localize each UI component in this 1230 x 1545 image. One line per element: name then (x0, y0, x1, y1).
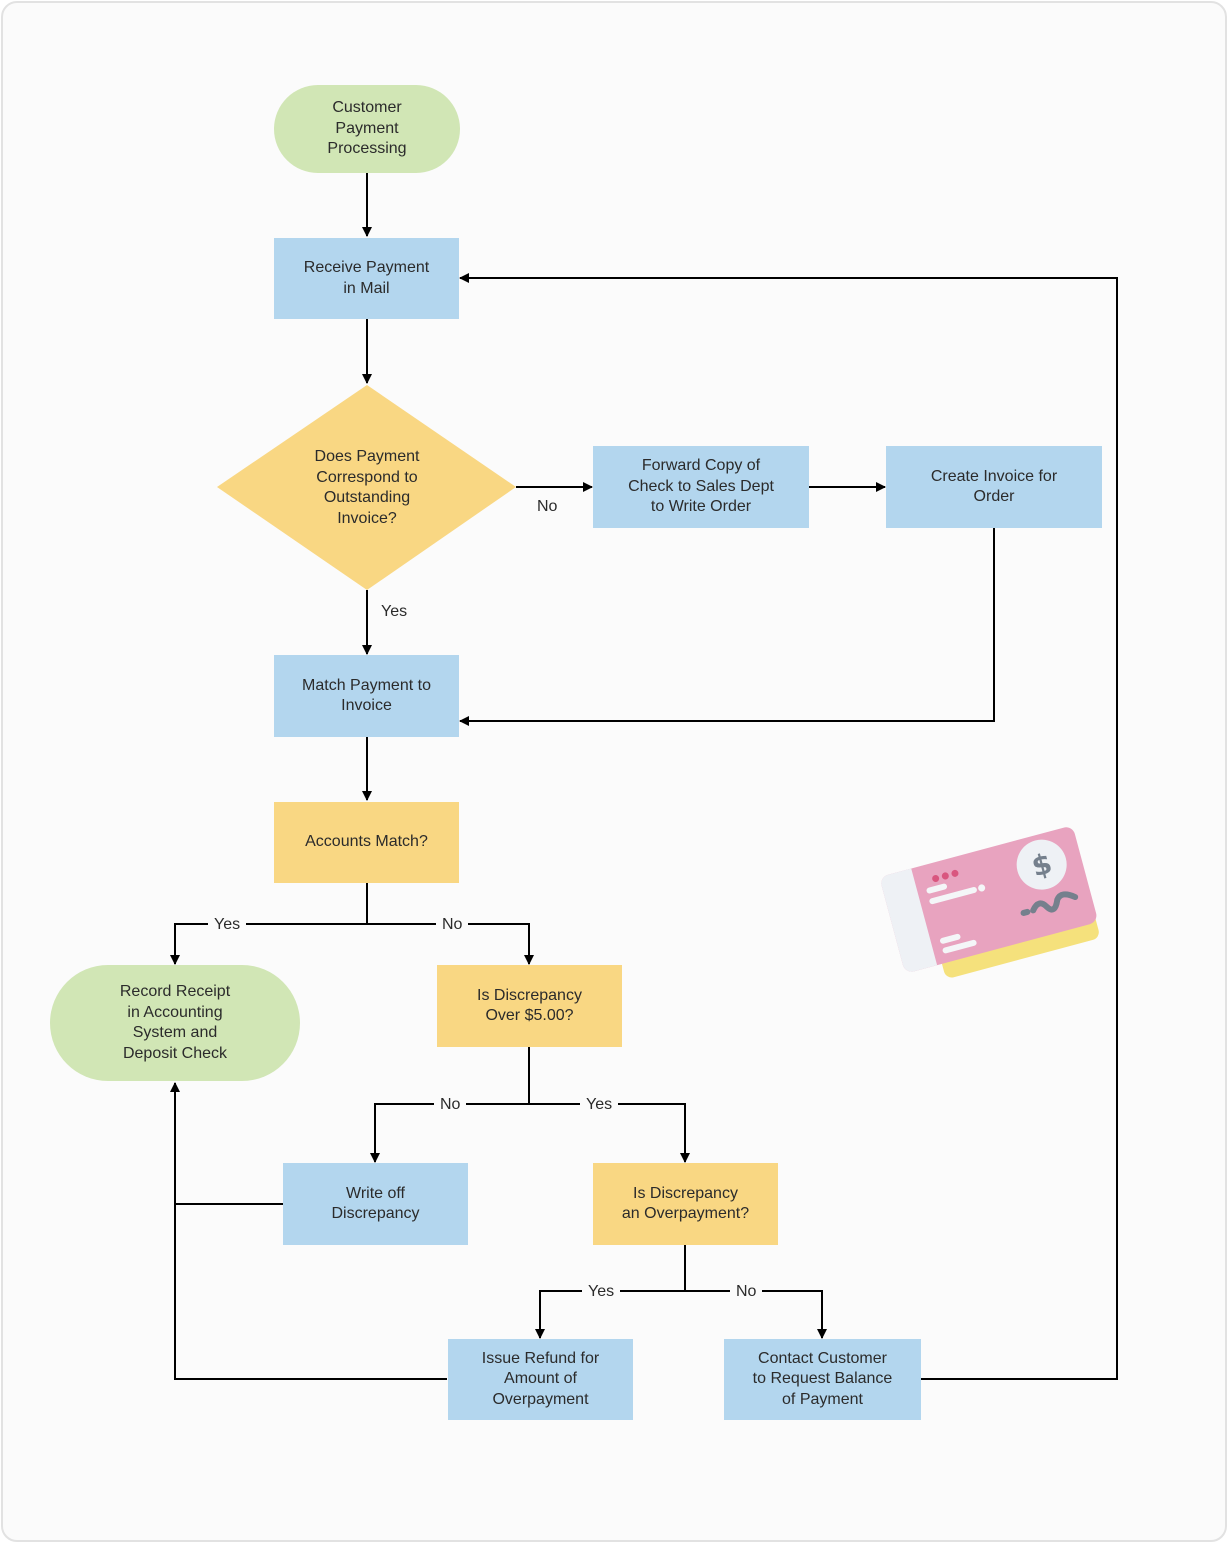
edge-label-over5-yes: Yes (580, 1096, 619, 1114)
node-write-off[interactable]: Write off Discrepancy (283, 1163, 468, 1245)
edge-accounts-record (170, 923, 367, 965)
edge-create-match (459, 528, 995, 726)
edge-label-accounts-no: No (436, 916, 469, 934)
node-create-invoice[interactable]: Create Invoice for Order (886, 446, 1102, 528)
node-record-receipt[interactable]: Record Receipt in Accounting System and … (50, 965, 300, 1081)
node-overpayment[interactable]: Is Discrepancy an Overpayment? (593, 1163, 778, 1245)
edge-label-correspond-yes: Yes (381, 603, 408, 620)
edge-label-overpay-yes: Yes (582, 1283, 621, 1301)
node-start[interactable]: Customer Payment Processing (274, 85, 460, 173)
connectors (170, 173, 1118, 1380)
node-contact-customer[interactable]: Contact Customer to Request Balance of P… (724, 1339, 921, 1420)
edge-label-over5-no: No (434, 1096, 467, 1114)
edge-label-overpay-no: No (730, 1283, 763, 1301)
node-discrepancy-over-5[interactable]: Is Discrepancy Over $5.00? (437, 965, 622, 1047)
node-correspond-text: Does Payment Correspond to Outstanding I… (314, 448, 420, 527)
node-receive-payment[interactable]: Receive Payment in Mail (274, 238, 459, 319)
node-accounts-match[interactable]: Accounts Match? (274, 802, 459, 883)
node-forward-copy[interactable]: Forward Copy of Check to Sales Dept to W… (593, 446, 809, 528)
edge-label-correspond-no: No (537, 498, 558, 515)
check-payment-icon: $ (881, 827, 1099, 978)
node-issue-refund[interactable]: Issue Refund for Amount of Overpayment (448, 1339, 633, 1420)
edge-label-accounts-yes: Yes (208, 916, 247, 934)
node-match-payment[interactable]: Match Payment to Invoice (274, 655, 459, 737)
